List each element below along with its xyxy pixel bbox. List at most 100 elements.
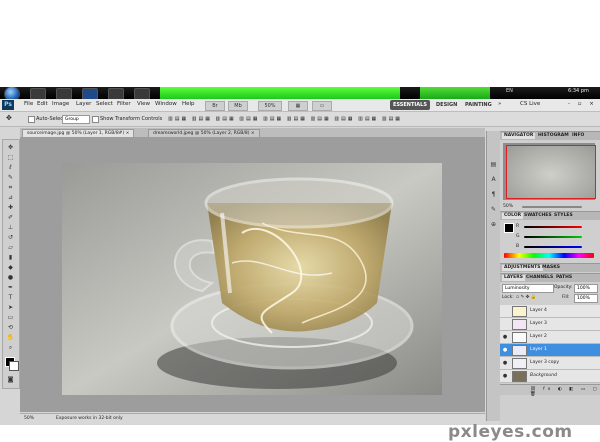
clock[interactable]: 6:34 pm [568, 88, 589, 94]
document-image[interactable] [62, 163, 442, 395]
menu-file[interactable]: File [24, 101, 33, 107]
lasso-tool-icon[interactable]: ℓ [6, 164, 15, 172]
blur-tool-icon[interactable]: ◆ [6, 264, 15, 272]
menu-select[interactable]: Select [96, 101, 113, 107]
app-logo: Ps [2, 100, 14, 110]
workspace-design[interactable]: DESIGN [433, 100, 460, 110]
eraser-tool-icon[interactable]: ▱ [6, 244, 15, 252]
tab-paths[interactable]: PATHS [554, 275, 574, 281]
menu-window[interactable]: Window [155, 101, 177, 107]
eye-icon[interactable]: ● [502, 373, 508, 379]
cs-live-button[interactable]: CS Live [520, 101, 540, 107]
language-indicator[interactable]: EN [506, 88, 513, 94]
history-brush-tool-icon[interactable]: ↺ [6, 234, 15, 242]
eye-icon[interactable]: ● [502, 347, 508, 353]
path-select-tool-icon[interactable]: ➤ [6, 304, 15, 312]
paragraph-icon[interactable]: ¶ [490, 191, 497, 198]
navigator-zoom[interactable]: 50% [503, 204, 513, 209]
arrange-documents-button[interactable]: ▦ [288, 101, 308, 111]
gradient-tool-icon[interactable]: ▮ [6, 254, 15, 262]
workspace-painting[interactable]: PAINTING [462, 100, 495, 110]
layer-row[interactable]: ● Background [500, 370, 600, 383]
clone-stamp-tool-icon[interactable]: ⊥ [6, 224, 15, 232]
color-fg-swatch[interactable] [504, 223, 514, 233]
status-zoom[interactable]: 50% [24, 416, 34, 421]
brush-presets-icon[interactable]: ✎ [490, 206, 497, 213]
eye-icon[interactable]: ● [502, 360, 508, 366]
character-icon[interactable]: A [490, 176, 497, 183]
menu-help[interactable]: Help [182, 101, 195, 107]
tab-channels[interactable]: CHANNELS [524, 275, 555, 281]
screen-mode-button[interactable]: ▭ [312, 101, 332, 111]
canvas-area[interactable] [20, 137, 485, 412]
menu-view[interactable]: View [137, 101, 150, 107]
channel-r-slider[interactable] [524, 226, 582, 228]
tab-masks[interactable]: MASKS [540, 265, 562, 271]
color-panel-header: COLOR SWATCHES STYLES [500, 211, 600, 220]
taskbar-active-window[interactable] [160, 87, 400, 99]
align-icons[interactable]: ▥▤▦ ▥▤▦ ▥▤▦ ▥▤▦ ▥▤▦ ▥▤▦ ▥▤▦ ▥▤▦ ▥▤▦ ▥▤▦ [168, 116, 402, 122]
tab-styles[interactable]: STYLES [552, 213, 575, 219]
color-spectrum[interactable] [504, 253, 594, 258]
bridge-button[interactable]: Br [205, 101, 225, 111]
workspace-more-icon[interactable]: » [498, 101, 501, 107]
layer-row[interactable]: ● Layer 3 copy [500, 357, 600, 370]
tab-navigator[interactable]: NAVIGATOR [502, 133, 536, 139]
workspace-essentials[interactable]: ESSENTIALS [390, 100, 430, 110]
brush-tool-icon[interactable]: ✐ [6, 214, 15, 222]
show-transform-checkbox[interactable] [92, 116, 99, 123]
crop-tool-icon[interactable]: ⌗ [6, 184, 15, 192]
type-tool-icon[interactable]: T [6, 294, 15, 302]
auto-select-checkbox[interactable] [28, 116, 35, 123]
navigator-view-box[interactable] [506, 145, 596, 199]
menu-layer[interactable]: Layer [76, 101, 91, 107]
pen-tool-icon[interactable]: ✒ [6, 284, 15, 292]
navigator-zoom-slider[interactable] [522, 206, 582, 208]
shape-tool-icon[interactable]: ▭ [6, 314, 15, 322]
zoom-level-select[interactable]: 50% [258, 101, 282, 111]
tab-layers[interactable]: LAYERS [502, 275, 525, 281]
eye-icon[interactable]: ● [502, 334, 508, 340]
move-tool-icon[interactable]: ✥ [6, 114, 12, 122]
layer-row[interactable]: Layer 4 [500, 305, 600, 318]
layer-row[interactable]: Layer 3 [500, 318, 600, 331]
dodge-tool-icon[interactable]: ● [6, 274, 15, 282]
window-controls[interactable]: - ▫ × [568, 101, 597, 107]
channel-g-slider[interactable] [524, 236, 582, 238]
blend-mode-select[interactable]: Luminosity [502, 284, 554, 293]
menu-edit[interactable]: Edit [37, 101, 48, 107]
layer-actions-icons[interactable]: ⛓ fx ◐ ◧ ▭ ▢ 🗑 [530, 387, 600, 397]
marquee-tool-icon[interactable]: ⬚ [6, 154, 15, 162]
menu-filter[interactable]: Filter [117, 101, 131, 107]
clone-source-icon[interactable]: ⊕ [490, 221, 497, 228]
eyedropper-tool-icon[interactable]: ⊿ [6, 194, 15, 202]
quick-select-tool-icon[interactable]: ✎ [6, 174, 15, 182]
3d-rotate-tool-icon[interactable]: ⟲ [6, 324, 15, 332]
lock-label: Lock: [502, 295, 514, 300]
status-bar: 50% Exposure works in 32-bit only [20, 413, 485, 424]
visibility-toggle[interactable] [502, 308, 508, 314]
history-icon[interactable]: ▤ [490, 161, 497, 168]
fill-field[interactable]: 100% [574, 294, 598, 303]
taskbar-window[interactable] [420, 87, 490, 99]
tab-adjustments[interactable]: ADJUSTMENTS [502, 265, 543, 271]
healing-brush-tool-icon[interactable]: ✚ [6, 204, 15, 212]
tab-color[interactable]: COLOR [502, 213, 524, 219]
tab-info[interactable]: INFO [570, 133, 586, 139]
zoom-tool-icon[interactable]: ⌕ [6, 344, 15, 352]
menu-image[interactable]: Image [52, 101, 69, 107]
layer-row-selected[interactable]: ● Layer 1 [500, 344, 600, 357]
tab-swatches[interactable]: SWATCHES [522, 213, 554, 219]
background-color-swatch[interactable] [9, 361, 19, 371]
quick-mask-icon[interactable]: ◙ [6, 376, 15, 384]
channel-b-slider[interactable] [524, 246, 582, 248]
hand-tool-icon[interactable]: ✋ [6, 334, 15, 342]
visibility-toggle[interactable] [502, 321, 508, 327]
auto-select-dropdown[interactable]: Group [62, 115, 90, 124]
opacity-field[interactable]: 100% [574, 284, 598, 293]
move-tool-icon[interactable]: ✥ [6, 144, 15, 152]
tab-histogram[interactable]: HISTOGRAM [536, 133, 571, 139]
lock-icons[interactable]: ▫ ✎ ✥ 🔒 [516, 295, 537, 300]
mini-bridge-button[interactable]: Mb [228, 101, 248, 111]
layer-row[interactable]: ● Layer 2 [500, 331, 600, 344]
